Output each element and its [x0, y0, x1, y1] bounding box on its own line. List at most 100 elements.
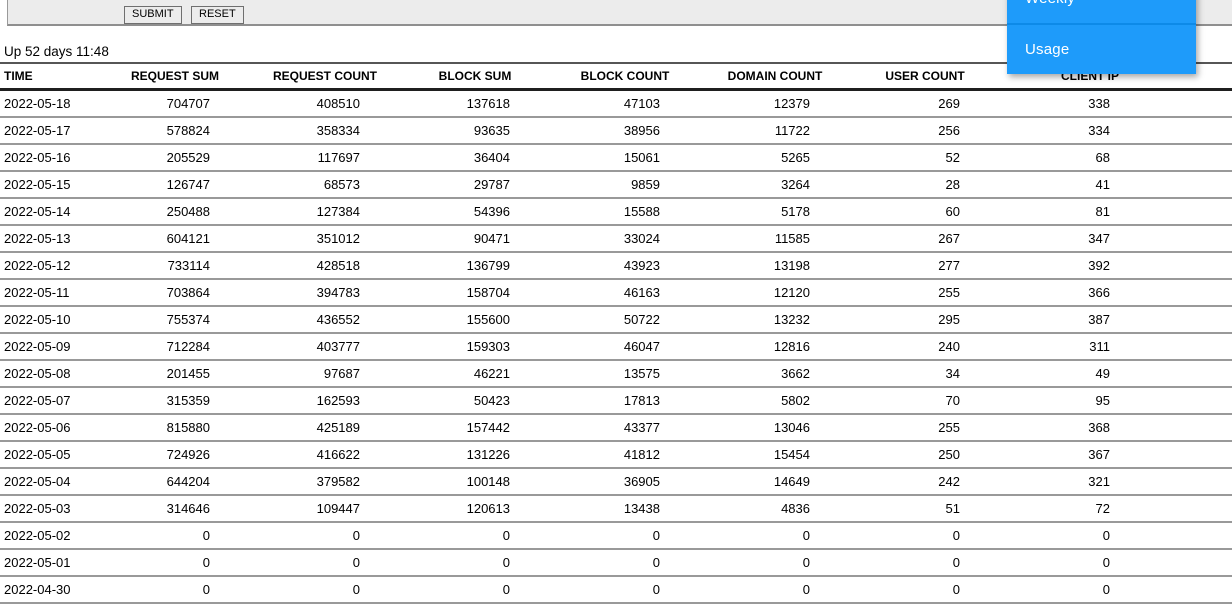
cell-value: 90471	[400, 225, 550, 253]
cell-value: 13438	[550, 495, 700, 523]
cell-value: 109447	[250, 495, 400, 523]
cell-time: 2022-05-03	[0, 495, 100, 523]
cell-value: 712284	[100, 333, 250, 361]
cell-value: 9859	[550, 171, 700, 199]
cell-value: 295	[850, 306, 1000, 334]
cell-time: 2022-05-16	[0, 144, 100, 172]
stats-table: TIME REQUEST SUM REQUEST COUNT BLOCK SUM BLO…	[0, 62, 1232, 604]
cell-time: 2022-05-08	[0, 360, 100, 388]
cell-value: 14649	[700, 468, 850, 496]
cell-value: 54396	[400, 198, 550, 226]
cell-value: 408510	[250, 89, 400, 118]
cell-value: 137618	[400, 89, 550, 118]
cell-value: 267	[850, 225, 1000, 253]
table-row: 2022-05-06 815880 425189 157442 43377 13046 25…	[0, 414, 1232, 442]
cell-value: 0	[1000, 576, 1232, 604]
table-row: 2022-05-05 724926 416622 131226 41812 15454 25…	[0, 441, 1232, 469]
cell-time: 2022-05-10	[0, 306, 100, 334]
cell-value: 60	[850, 198, 1000, 226]
table-row: 2022-05-07 315359 162593 50423 17813 5802 70 95	[0, 387, 1232, 415]
cell-value: 50722	[550, 306, 700, 334]
table-row: 2022-05-08 201455 97687 46221 13575 3662 34 49	[0, 360, 1232, 388]
cell-value: 644204	[100, 468, 250, 496]
cell-value: 46163	[550, 279, 700, 307]
cell-value: 0	[550, 522, 700, 550]
cell-value: 5178	[700, 198, 850, 226]
cell-value: 428518	[250, 252, 400, 280]
table-row: 2022-05-14 250488 127384 54396 15588 5178 60 81	[0, 198, 1232, 226]
cell-value: 379582	[250, 468, 400, 496]
cell-value: 367	[1000, 441, 1232, 469]
cell-value: 127384	[250, 198, 400, 226]
dropdown-menu: Weekly Usage	[1007, 0, 1196, 74]
cell-value: 358334	[250, 117, 400, 145]
cell-value: 703864	[100, 279, 250, 307]
column-header: BLOCK SUM	[400, 63, 550, 91]
cell-value: 159303	[400, 333, 550, 361]
uptime-text: Up 52 days 11:48	[4, 44, 109, 59]
cell-value: 100148	[400, 468, 550, 496]
cell-value: 13046	[700, 414, 850, 442]
cell-value: 157442	[400, 414, 550, 442]
cell-value: 46221	[400, 360, 550, 388]
cell-value: 3264	[700, 171, 850, 199]
cell-value: 12120	[700, 279, 850, 307]
cell-value: 311	[1000, 333, 1232, 361]
table-row: 2022-05-03 314646 109447 120613 13438 4836 51 7…	[0, 495, 1232, 523]
table-row: 2022-05-02 0 0 0 0 0 0 0	[0, 522, 1232, 550]
cell-value: 0	[400, 576, 550, 604]
menu-item-usage[interactable]: Usage	[1007, 23, 1196, 74]
cell-value: 15454	[700, 441, 850, 469]
cell-value: 36404	[400, 144, 550, 172]
cell-value: 13232	[700, 306, 850, 334]
submit-button[interactable]: SUBMIT	[124, 6, 182, 24]
cell-value: 43377	[550, 414, 700, 442]
cell-value: 13198	[700, 252, 850, 280]
cell-value: 5265	[700, 144, 850, 172]
cell-value: 0	[400, 522, 550, 550]
reset-button[interactable]: RESET	[191, 6, 244, 24]
cell-value: 36905	[550, 468, 700, 496]
cell-value: 315359	[100, 387, 250, 415]
cell-value: 256	[850, 117, 1000, 145]
cell-value: 394783	[250, 279, 400, 307]
cell-value: 321	[1000, 468, 1232, 496]
column-header: USER COUNT	[850, 63, 1000, 91]
cell-value: 47103	[550, 89, 700, 118]
cell-value: 136799	[400, 252, 550, 280]
cell-time: 2022-05-07	[0, 387, 100, 415]
cell-value: 0	[550, 576, 700, 604]
cell-value: 46047	[550, 333, 700, 361]
cell-time: 2022-05-05	[0, 441, 100, 469]
cell-value: 158704	[400, 279, 550, 307]
cell-value: 578824	[100, 117, 250, 145]
table-body: 2022-05-18 704707 408510 137618 47103 12379 26…	[0, 89, 1232, 604]
cell-value: 392	[1000, 252, 1232, 280]
cell-value: 0	[250, 522, 400, 550]
cell-value: 29787	[400, 171, 550, 199]
cell-value: 366	[1000, 279, 1232, 307]
table-row: 2022-05-18 704707 408510 137618 47103 12379 26…	[0, 89, 1232, 118]
cell-value: 755374	[100, 306, 250, 334]
table-row: 2022-04-30 0 0 0 0 0 0 0	[0, 576, 1232, 604]
cell-value: 81	[1000, 198, 1232, 226]
cell-value: 41	[1000, 171, 1232, 199]
cell-value: 403777	[250, 333, 400, 361]
cell-value: 155600	[400, 306, 550, 334]
cell-value: 15588	[550, 198, 700, 226]
cell-value: 0	[100, 522, 250, 550]
cell-value: 205529	[100, 144, 250, 172]
cell-value: 68573	[250, 171, 400, 199]
cell-time: 2022-05-17	[0, 117, 100, 145]
column-header: REQUEST COUNT	[250, 63, 400, 91]
cell-time: 2022-05-06	[0, 414, 100, 442]
menu-item-weekly[interactable]: Weekly	[1007, 0, 1196, 23]
table-row: 2022-05-12 733114 428518 136799 43923 13198 27…	[0, 252, 1232, 280]
cell-time: 2022-05-04	[0, 468, 100, 496]
cell-value: 49	[1000, 360, 1232, 388]
cell-value: 70	[850, 387, 1000, 415]
cell-value: 338	[1000, 89, 1232, 118]
cell-value: 13575	[550, 360, 700, 388]
cell-value: 11585	[700, 225, 850, 253]
table-row: 2022-05-13 604121 351012 90471 33024 11585 267…	[0, 225, 1232, 253]
